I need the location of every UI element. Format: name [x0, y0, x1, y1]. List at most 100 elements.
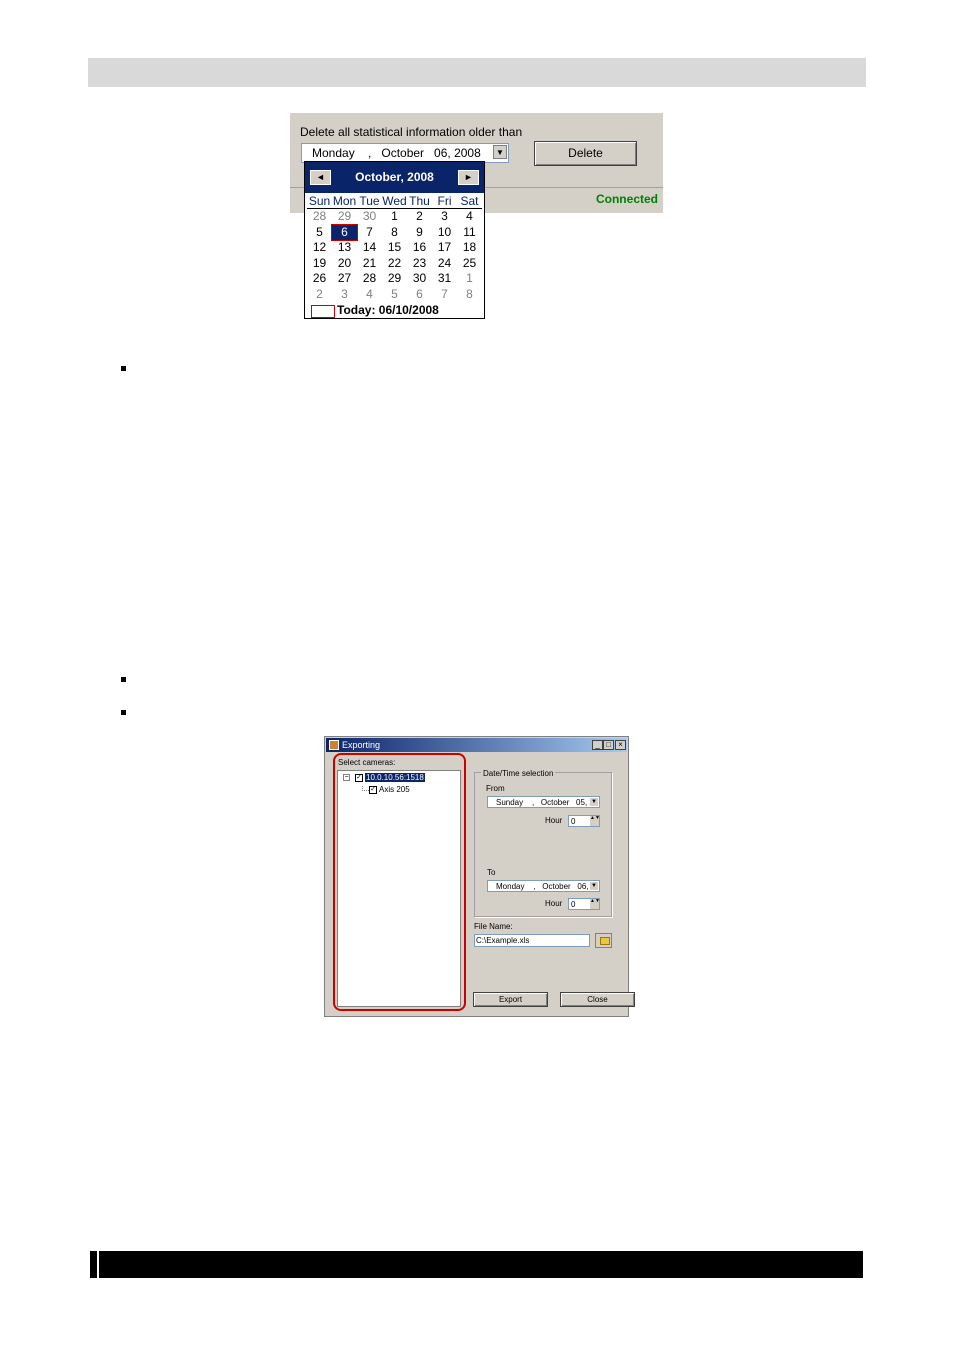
delete-label: Delete all statistical information older…: [300, 125, 523, 139]
calendar-day[interactable]: 5: [382, 287, 407, 303]
calendar-day[interactable]: 21: [357, 256, 382, 272]
app-icon: [329, 740, 339, 750]
to-date-value: Monday , October 06, 2: [496, 882, 596, 891]
calendar-day[interactable]: 1: [382, 209, 407, 225]
footer-bar: [90, 1251, 863, 1278]
connection-status: Connected: [595, 192, 658, 206]
exporting-window: Exporting _ □ × Select cameras: − ✓ 10.0…: [324, 736, 635, 1017]
from-hour-label: Hour: [545, 816, 563, 825]
highlight-outline: [333, 753, 466, 1011]
from-hour-stepper[interactable]: 0 ▲▼: [568, 815, 600, 827]
calendar-day-grid: 28 29 30 1 2 3 4 5 6 7 8 9 10 11 12 13 14 15 16 17 18 19 20 21 2…: [307, 209, 482, 302]
from-label: From: [486, 784, 505, 793]
to-hour-stepper[interactable]: 0 ▲▼: [568, 898, 600, 910]
weekday-label: Thu: [409, 194, 430, 208]
calendar-day[interactable]: 7: [432, 287, 457, 303]
calendar-day[interactable]: 10: [432, 225, 457, 241]
to-hour-label: Hour: [545, 899, 563, 908]
calendar-day[interactable]: 22: [382, 256, 407, 272]
calendar-day[interactable]: 30: [357, 209, 382, 225]
next-month-icon[interactable]: ►: [458, 170, 479, 185]
from-hour-value: 0: [571, 817, 576, 826]
weekday-label: Sat: [460, 194, 479, 208]
calendar-day[interactable]: 13: [332, 240, 357, 256]
calendar-day[interactable]: 16: [407, 240, 432, 256]
spin-arrows-icon[interactable]: ▲▼: [590, 816, 600, 826]
calendar-day[interactable]: 29: [382, 271, 407, 287]
calendar-day[interactable]: 3: [332, 287, 357, 303]
calendar-day[interactable]: 18: [457, 240, 482, 256]
calendar-popup: October, 2008 ◄ ► Sun Mon Tue Wed Thu Fri Sat …: [304, 161, 485, 319]
calendar-day[interactable]: 7: [357, 225, 382, 241]
from-date-value: Sunday , October 05, 2: [496, 798, 594, 807]
calendar-day[interactable]: 27: [332, 271, 357, 287]
footer-divider: [97, 1251, 99, 1278]
weekday-label: Wed: [382, 194, 407, 208]
today-marker: [311, 305, 335, 318]
spin-arrows-icon[interactable]: ▲▼: [590, 899, 600, 909]
calendar-day[interactable]: 9: [407, 225, 432, 241]
calendar-day[interactable]: 4: [457, 209, 482, 225]
to-label: To: [487, 868, 496, 877]
calendar-day[interactable]: 28: [357, 271, 382, 287]
calendar-day[interactable]: 20: [332, 256, 357, 272]
calendar-day[interactable]: 14: [357, 240, 382, 256]
chevron-down-icon[interactable]: ▼: [493, 145, 507, 159]
delete-button[interactable]: Delete: [534, 141, 637, 166]
export-button[interactable]: Export: [473, 992, 548, 1007]
calendar-day[interactable]: 6: [407, 287, 432, 303]
file-name-input[interactable]: C:\Example.xls: [474, 934, 590, 947]
calendar-day[interactable]: 3: [432, 209, 457, 225]
minimize-icon[interactable]: _: [592, 740, 603, 750]
window-title-bar: Exporting _ □ ×: [326, 738, 627, 752]
calendar-day[interactable]: 5: [307, 225, 332, 241]
window-title: Exporting: [342, 740, 381, 750]
calendar-day[interactable]: 29: [332, 209, 357, 225]
calendar-day[interactable]: 17: [432, 240, 457, 256]
close-icon[interactable]: ×: [615, 740, 626, 750]
delete-date-value: Monday , October 06, 2008: [312, 146, 481, 160]
bullet: [121, 677, 126, 682]
from-date-picker[interactable]: Sunday , October 05, 2 ▼: [487, 796, 600, 808]
today-link[interactable]: Today: 06/10/2008: [337, 303, 439, 317]
calendar-day[interactable]: 28: [307, 209, 332, 225]
weekday-label: Mon: [332, 194, 357, 208]
calendar-week: 5 6 7 8 9 10 11: [307, 223, 482, 241]
to-date-picker[interactable]: Monday , October 06, 2 ▼: [487, 880, 600, 892]
calendar-day[interactable]: 23: [407, 256, 432, 272]
browse-folder-button[interactable]: [595, 933, 612, 948]
close-button[interactable]: Close: [560, 992, 635, 1007]
calendar-day[interactable]: 24: [432, 256, 457, 272]
calendar-day[interactable]: 8: [457, 287, 482, 303]
file-name-value: C:\Example.xls: [476, 936, 530, 945]
maximize-icon[interactable]: □: [603, 740, 614, 750]
folder-icon: [600, 937, 610, 945]
calendar-header: October, 2008 ◄ ►: [305, 162, 484, 193]
weekday-label: Fri: [437, 194, 452, 208]
calendar-day[interactable]: 2: [407, 209, 432, 225]
datetime-group-label: Date/Time selection: [481, 769, 556, 778]
to-hour-value: 0: [571, 900, 576, 909]
calendar-week: 12 13 14 15 16 17 18: [307, 240, 482, 256]
calendar-day[interactable]: 11: [457, 225, 482, 241]
calendar-day[interactable]: 8: [382, 225, 407, 241]
calendar-day[interactable]: 30: [407, 271, 432, 287]
calendar-week: 28 29 30 1 2 3 4: [307, 209, 482, 225]
calendar-day[interactable]: 25: [457, 256, 482, 272]
delete-date-picker[interactable]: Monday , October 06, 2008 ▼: [301, 143, 509, 163]
calendar-day[interactable]: 26: [307, 271, 332, 287]
calendar-day[interactable]: 31: [432, 271, 457, 287]
calendar-week: 26 27 28 29 30 31 1: [307, 271, 482, 287]
chevron-down-icon[interactable]: ▼: [590, 882, 598, 890]
calendar-day[interactable]: 19: [307, 256, 332, 272]
calendar-day[interactable]: 6: [331, 223, 358, 241]
prev-month-icon[interactable]: ◄: [310, 170, 331, 185]
calendar-day[interactable]: 2: [307, 287, 332, 303]
chevron-down-icon[interactable]: ▼: [590, 798, 598, 806]
calendar-day[interactable]: 1: [457, 271, 482, 287]
calendar-week: 19 20 21 22 23 24 25: [307, 256, 482, 272]
bullet: [121, 366, 126, 371]
calendar-day[interactable]: 12: [307, 240, 332, 256]
calendar-day[interactable]: 15: [382, 240, 407, 256]
calendar-day[interactable]: 4: [357, 287, 382, 303]
